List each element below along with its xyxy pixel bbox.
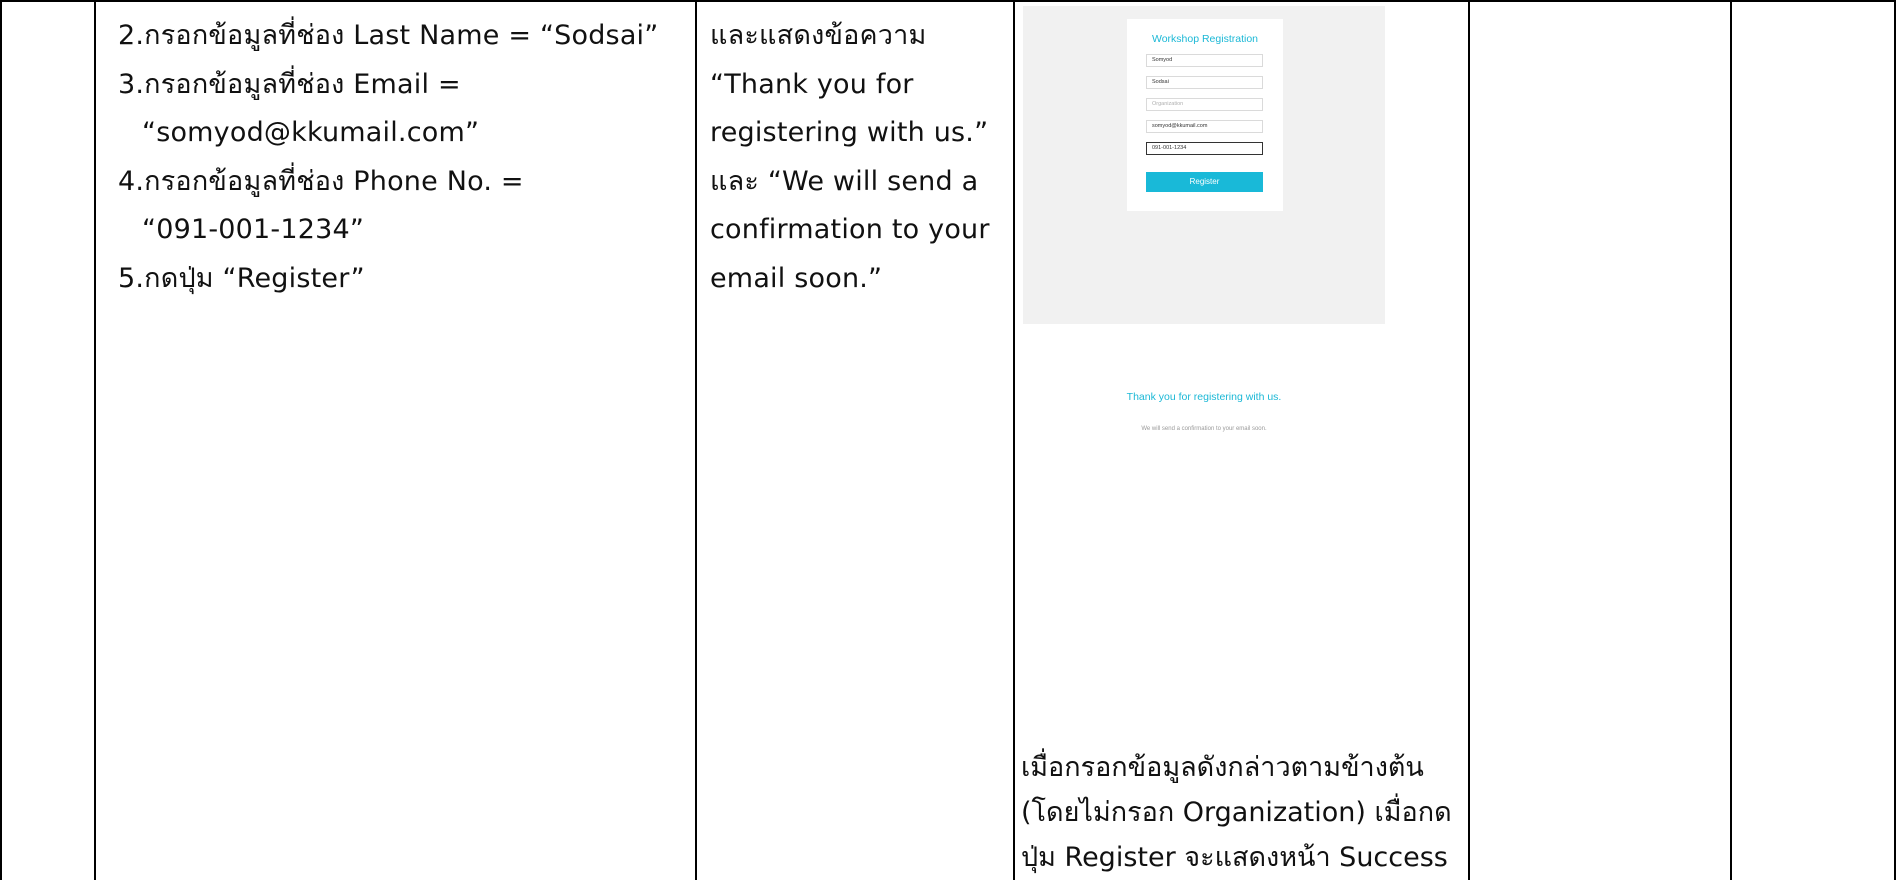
expected-result-cell: และแสดงข้อความ “Thank you for registering … xyxy=(710,12,990,303)
test-step-line: 3.กรอกข้อมูลที่ช่อง Email = xyxy=(118,68,461,100)
column-divider-1 xyxy=(94,0,96,880)
form-field: Organization xyxy=(1146,98,1263,111)
expected-result-line: confirmation to your xyxy=(710,214,990,245)
result-note-line: (โดยไม่กรอก Organization) เมื่อกด xyxy=(1021,797,1452,828)
form-field: Somyod xyxy=(1146,54,1263,67)
register-button: Register xyxy=(1146,172,1263,192)
table-top-border xyxy=(0,0,1896,2)
form-field: 091-001-1234 xyxy=(1146,142,1263,155)
test-step-line: “somyod@kkumail.com” xyxy=(142,117,480,148)
test-step-line: 4.กรอกข้อมูลที่ช่อง Phone No. = xyxy=(118,165,524,197)
registration-form-screenshot: Workshop Registration Somyod Sodsai Organi… xyxy=(1023,6,1385,324)
expected-result-line: และ “We will send a xyxy=(710,165,979,197)
success-subtitle: We will send a confirmation to your emai… xyxy=(1141,426,1267,432)
expected-result-line: email soon.” xyxy=(710,262,883,294)
form-field: somyod@kkumail.com xyxy=(1146,120,1263,133)
success-title: Thank you for registering with us. xyxy=(1126,391,1282,403)
expected-result-line: registering with us.” xyxy=(710,117,989,148)
column-divider-2 xyxy=(695,0,697,880)
column-divider-3 xyxy=(1013,0,1015,880)
test-step-line: 2.กรอกข้อมูลที่ช่อง Last Name = “Sodsai” xyxy=(118,20,659,51)
registration-card: Workshop Registration Somyod Sodsai Organi… xyxy=(1127,19,1283,211)
test-step-line: “091-001-1234” xyxy=(142,214,365,245)
result-note-line: ปุ่ม Register จะแสดงหน้า Success xyxy=(1021,842,1448,873)
result-note-line: เมื่อกรอกข้อมูลดังกล่าวตามข้างต้น xyxy=(1021,752,1424,783)
table-border-left xyxy=(0,0,2,880)
expected-result-line: และแสดงข้อความ xyxy=(710,20,927,51)
test-steps-cell: 2.กรอกข้อมูลที่ช่อง Last Name = “Sodsai”… xyxy=(118,12,658,303)
form-title: Workshop Registration xyxy=(1151,33,1259,45)
expected-result-line: “Thank you for xyxy=(710,68,914,100)
column-divider-4 xyxy=(1468,0,1470,880)
result-note: เมื่อกรอกข้อมูลดังกล่าวตามข้างต้น (โดยไม่… xyxy=(1021,745,1452,880)
column-divider-5 xyxy=(1730,0,1732,880)
form-field: Sodsai xyxy=(1146,76,1263,89)
test-step-line: 5.กดปุ่ม “Register” xyxy=(118,262,365,294)
success-page-screenshot: Thank you for registering with us. We wi… xyxy=(1023,330,1385,730)
